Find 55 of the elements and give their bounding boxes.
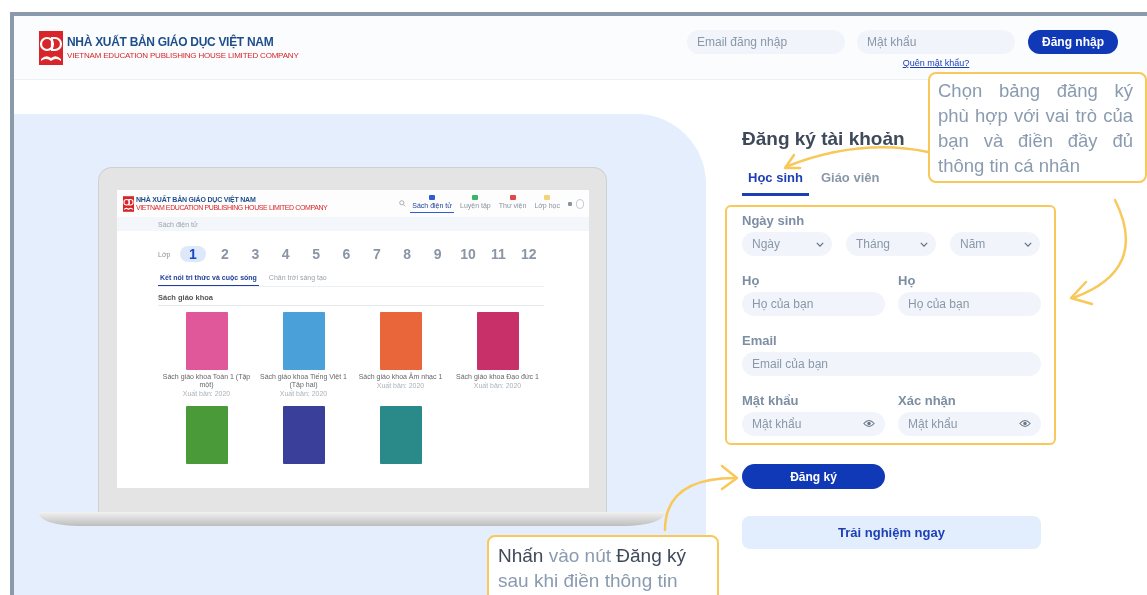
role-tab[interactable]: Học sinh bbox=[742, 166, 809, 196]
password-field[interactable]: Mật khẩu bbox=[898, 412, 1041, 436]
grade-tab[interactable]: 4 bbox=[270, 246, 301, 262]
grade-tab[interactable]: 10 bbox=[452, 246, 484, 262]
grade-tab[interactable]: 2 bbox=[209, 246, 241, 262]
field-label: Xác nhận bbox=[898, 393, 957, 408]
text-field[interactable]: Email của bạn bbox=[742, 352, 1041, 376]
role-tab[interactable]: Giáo viên bbox=[814, 166, 886, 196]
login-button[interactable]: Đăng nhập bbox=[1028, 30, 1118, 54]
password-field[interactable]: Mật khẩu bbox=[857, 30, 1015, 54]
bell-icon[interactable] bbox=[568, 201, 572, 206]
field-label: Email bbox=[742, 333, 778, 348]
eye-icon[interactable] bbox=[1019, 419, 1031, 428]
callout-text: Nhấn vào nút Đăng ký sau khi điền thông tin bbox=[498, 544, 687, 593]
search-icon[interactable] bbox=[399, 200, 407, 207]
text-field[interactable]: Họ của bạn bbox=[742, 292, 885, 316]
book-cover[interactable] bbox=[379, 406, 422, 464]
chevron-icon bbox=[1024, 241, 1032, 247]
publisher-name: NHÀ XUẤT BẢN GIÁO DỤC VIỆT NAM bbox=[67, 34, 275, 49]
chevron-icon bbox=[816, 241, 824, 247]
forgot-password-link[interactable]: Quên mật khẩu? bbox=[902, 58, 970, 68]
nav-icon bbox=[509, 194, 516, 200]
try-now-button[interactable]: Trải nghiệm ngay bbox=[742, 516, 1041, 549]
publisher-subtitle: VIETNAM EDUCATION PUBLISHING HOUSE LIMITED COMPANY bbox=[67, 50, 299, 61]
grade-tab[interactable]: 8 bbox=[392, 246, 423, 262]
grade-tab[interactable]: 3 bbox=[240, 246, 271, 262]
logo-icon bbox=[39, 30, 63, 65]
grade-tab[interactable]: 7 bbox=[361, 246, 393, 262]
nav-icon bbox=[544, 194, 551, 200]
chevron-icon bbox=[920, 241, 928, 247]
logo-icon bbox=[123, 195, 134, 212]
callout-text: Chọn bảng đăng ký phù hợp với vai trò của bạn và điền đầy đủ thông tin cá nhân bbox=[938, 79, 1133, 178]
grade-tab[interactable]: 1 bbox=[179, 246, 206, 262]
field-label: Mật khẩu bbox=[742, 393, 800, 408]
dropdown[interactable]: Ngày bbox=[742, 232, 832, 256]
eye-icon[interactable] bbox=[863, 419, 875, 428]
dropdown[interactable]: Tháng bbox=[846, 232, 936, 256]
nav-icon bbox=[472, 194, 479, 200]
grade-tab[interactable]: 12 bbox=[513, 246, 544, 262]
register-button[interactable]: Đăng ký bbox=[742, 464, 885, 489]
grade-tab[interactable]: 11 bbox=[483, 246, 514, 262]
email-field[interactable]: Email đăng nhập bbox=[687, 30, 845, 54]
grade-tab[interactable]: 9 bbox=[422, 246, 453, 262]
dropdown[interactable]: Năm bbox=[950, 232, 1040, 256]
field-label: Ngày sinh bbox=[742, 213, 806, 228]
password-field[interactable]: Mật khẩu bbox=[742, 412, 885, 436]
nav-icon bbox=[429, 194, 436, 200]
grade-tab[interactable]: 5 bbox=[300, 246, 332, 262]
form-title: Đăng ký tài khoản bbox=[742, 128, 905, 151]
text-field[interactable]: Họ của bạn bbox=[898, 292, 1041, 316]
book-cover[interactable] bbox=[476, 312, 519, 370]
field-label: Họ bbox=[742, 273, 761, 288]
book-cover[interactable] bbox=[282, 406, 325, 464]
grade-tab[interactable]: 6 bbox=[331, 246, 362, 262]
field-label: Họ bbox=[898, 273, 917, 288]
